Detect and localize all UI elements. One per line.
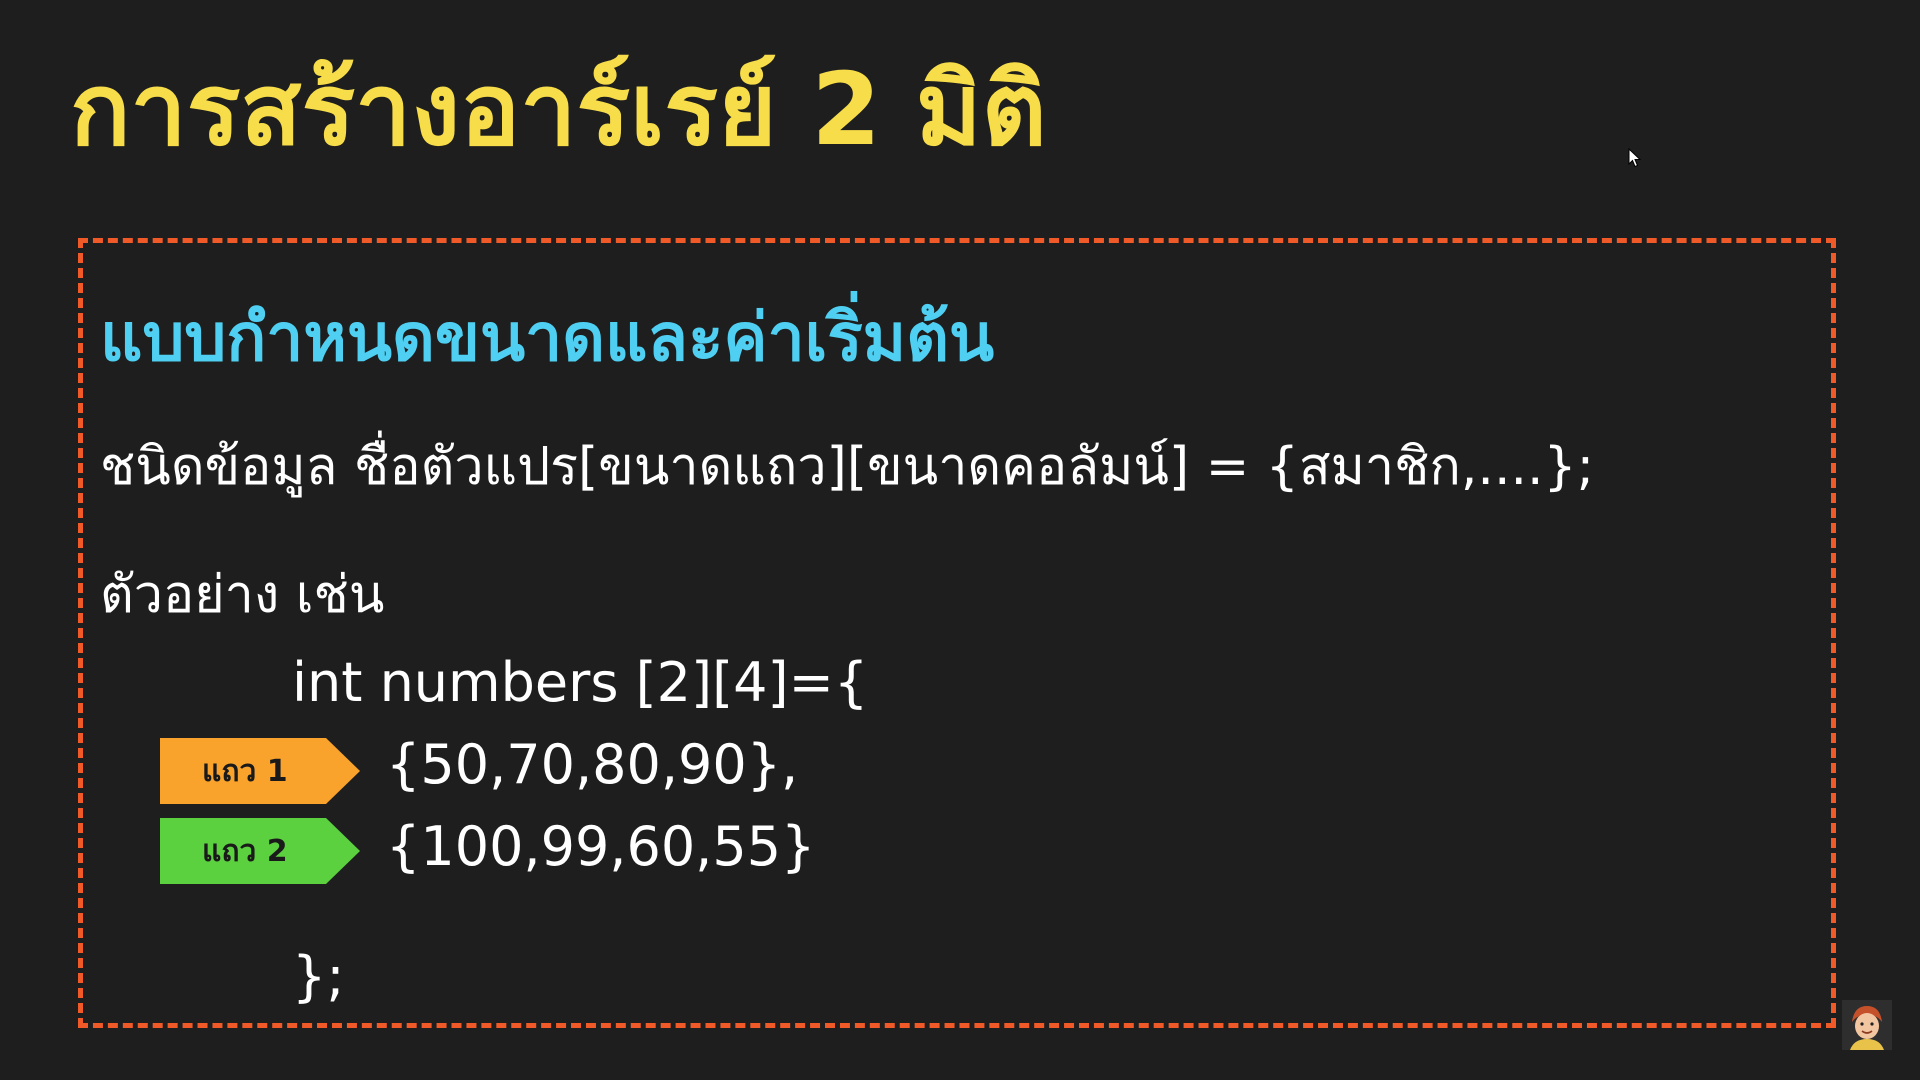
row-tag-1-label: แถว 1 xyxy=(202,753,288,789)
presenter-avatar-icon xyxy=(1842,1000,1892,1050)
example-label: ตัวอย่าง เช่น xyxy=(100,565,385,625)
syntax-line: ชนิดข้อมูล ชื่อตัวแปร[ขนาดแถว][ขนาดคอลัม… xyxy=(100,437,1595,497)
slide-title: การสร้างอาร์เรย์ 2 มิติ xyxy=(70,51,1047,168)
mouse-pointer-icon xyxy=(1628,148,1642,168)
row-tag-1: แถว 1 xyxy=(160,738,360,804)
code-closing: }; xyxy=(292,945,345,1008)
row-tag-2-label: แถว 2 xyxy=(202,833,288,869)
code-declaration: int numbers [2][4]={ xyxy=(292,651,869,714)
row-tag-2: แถว 2 xyxy=(160,818,360,884)
slide: การสร้างอาร์เรย์ 2 มิติ แบบกำหนดขนาดและค… xyxy=(0,0,1920,1080)
code-row-2: {100,99,60,55} xyxy=(386,815,816,878)
code-row-1: {50,70,80,90}, xyxy=(386,733,799,796)
section-heading: แบบกำหนดขนาดและค่าเริ่มต้น xyxy=(100,299,995,376)
